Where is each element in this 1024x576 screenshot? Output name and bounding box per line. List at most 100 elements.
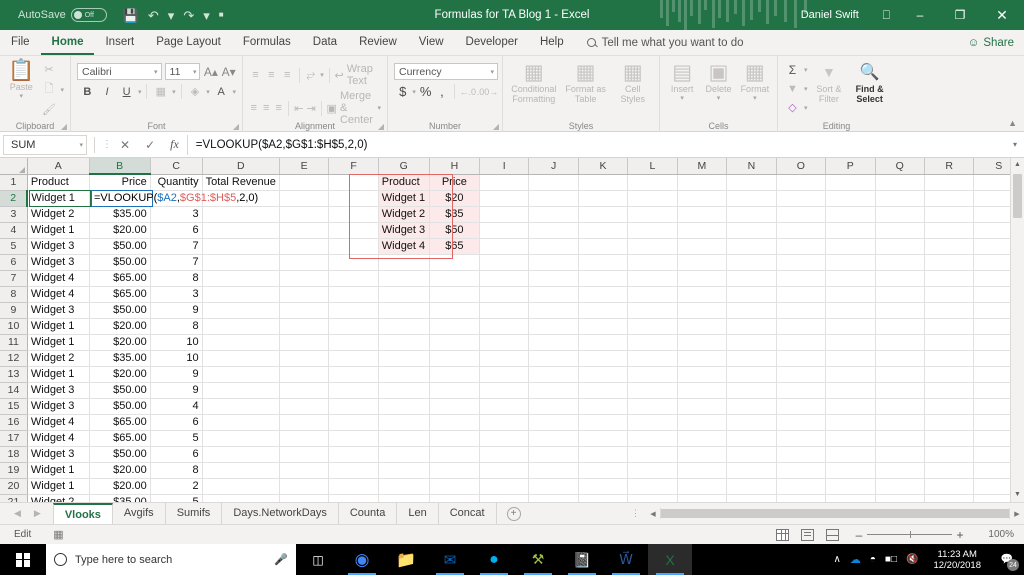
cell-G13[interactable] <box>378 366 430 383</box>
enter-check-icon[interactable]: ✓ <box>145 138 155 152</box>
cell-O6[interactable] <box>776 254 827 271</box>
cell-D15[interactable] <box>202 398 280 415</box>
cell-O3[interactable] <box>776 206 827 223</box>
vertical-scroll-thumb[interactable] <box>1013 174 1022 218</box>
cell-N6[interactable] <box>726 254 777 271</box>
cell-L14[interactable] <box>627 382 678 399</box>
cell-L13[interactable] <box>627 366 678 383</box>
cell-I19[interactable] <box>479 462 530 479</box>
cell-H21[interactable] <box>429 494 481 502</box>
cell-N11[interactable] <box>726 334 777 351</box>
cell-P5[interactable] <box>825 238 876 255</box>
tab-insert[interactable]: Insert <box>94 30 145 55</box>
cell-P6[interactable] <box>825 254 876 271</box>
row-header-14[interactable]: 14 <box>0 382 28 399</box>
cell-A13[interactable]: Widget 1 <box>27 366 90 383</box>
cell-E18[interactable] <box>279 446 330 463</box>
cell-G17[interactable] <box>378 430 430 447</box>
cell-Q19[interactable] <box>875 462 925 479</box>
cell-K18[interactable] <box>578 446 629 463</box>
cell-O2[interactable] <box>776 190 827 207</box>
cell-C3[interactable]: 3 <box>150 206 203 223</box>
cell-B12[interactable]: $35.00 <box>89 350 151 367</box>
cell-C9[interactable]: 9 <box>150 302 203 319</box>
row-header-20[interactable]: 20 <box>0 478 28 495</box>
cell-R3[interactable] <box>924 206 975 223</box>
row-header-7[interactable]: 7 <box>0 270 28 287</box>
minimize-button[interactable]: – <box>900 0 940 30</box>
cell-R1[interactable] <box>924 174 975 191</box>
microphone-icon[interactable]: 🎤 <box>274 553 288 566</box>
cell-L20[interactable] <box>627 478 678 495</box>
decrease-font-size-icon[interactable]: A▾ <box>221 63 236 80</box>
cell-Q21[interactable] <box>875 494 925 502</box>
cell-N2[interactable] <box>726 190 777 207</box>
cell-R10[interactable] <box>924 318 975 335</box>
row-header-5[interactable]: 5 <box>0 238 28 255</box>
windows-start-icon[interactable] <box>0 544 46 575</box>
clear-icon[interactable]: ◇ <box>784 99 801 116</box>
cell-D7[interactable] <box>202 270 280 287</box>
cell-B4[interactable]: $20.00 <box>89 222 151 239</box>
cell-F9[interactable] <box>328 302 379 319</box>
tab-view[interactable]: View <box>408 30 455 55</box>
cell-O4[interactable] <box>776 222 827 239</box>
cell-L5[interactable] <box>627 238 678 255</box>
task-view-icon[interactable]: ◫ <box>296 544 340 575</box>
customize-quick-access-icon[interactable]: ■ <box>219 11 224 19</box>
cell-R9[interactable] <box>924 302 975 319</box>
cell-I4[interactable] <box>479 222 530 239</box>
accounting-dropdown-icon[interactable]: ▾ <box>412 88 416 96</box>
cell-E13[interactable] <box>279 366 330 383</box>
font-dialog-launcher[interactable]: ◢ <box>233 122 239 131</box>
cell-I1[interactable] <box>479 174 530 191</box>
collapse-ribbon-icon[interactable]: ▲ <box>1008 118 1017 128</box>
cell-K14[interactable] <box>578 382 629 399</box>
fill-icon[interactable]: ▼ <box>784 80 801 97</box>
cell-J5[interactable] <box>528 238 579 255</box>
cell-H4[interactable]: $50 <box>429 222 481 239</box>
cell-I9[interactable] <box>479 302 530 319</box>
vertical-scrollbar[interactable]: ▲ ▼ <box>1010 158 1024 502</box>
row-header-18[interactable]: 18 <box>0 446 28 463</box>
cell-Q5[interactable] <box>875 238 925 255</box>
comma-format-icon[interactable]: , <box>435 83 448 100</box>
cell-D6[interactable] <box>202 254 280 271</box>
share-button[interactable]: ☺ Share <box>968 30 1014 55</box>
zoom-slider[interactable]: – + <box>851 528 968 542</box>
volume-muted-icon[interactable]: 🔇 <box>906 554 918 565</box>
cell-Q15[interactable] <box>875 398 925 415</box>
cell-K6[interactable] <box>578 254 629 271</box>
wifi-icon[interactable]: ◓ <box>870 554 876 565</box>
battery-icon[interactable]: ■□ <box>885 554 897 565</box>
cell-I3[interactable] <box>479 206 530 223</box>
cell-A5[interactable]: Widget 3 <box>27 238 90 255</box>
cell-D8[interactable] <box>202 286 280 303</box>
cell-B11[interactable]: $20.00 <box>89 334 151 351</box>
horizontal-scroll-thumb[interactable] <box>661 509 1009 518</box>
cell-B18[interactable]: $50.00 <box>89 446 151 463</box>
cell-P7[interactable] <box>825 270 876 287</box>
cell-G9[interactable] <box>378 302 430 319</box>
insert-dropdown-icon[interactable]: ▾ <box>680 94 684 102</box>
cell-C14[interactable]: 9 <box>150 382 203 399</box>
cell-E9[interactable] <box>279 302 330 319</box>
cell-L21[interactable] <box>627 494 678 502</box>
cell-A19[interactable]: Widget 1 <box>27 462 90 479</box>
cell-L8[interactable] <box>627 286 678 303</box>
cell-F3[interactable] <box>328 206 379 223</box>
cell-E17[interactable] <box>279 430 330 447</box>
cell-Q2[interactable] <box>875 190 925 207</box>
accounting-format-icon[interactable]: $ <box>396 83 409 100</box>
cell-N17[interactable] <box>726 430 777 447</box>
cell-F20[interactable] <box>328 478 379 495</box>
cell-J4[interactable] <box>528 222 579 239</box>
cell-E8[interactable] <box>279 286 330 303</box>
cell-C17[interactable]: 5 <box>150 430 203 447</box>
cell-J8[interactable] <box>528 286 579 303</box>
cell-F14[interactable] <box>328 382 379 399</box>
zoom-thumb[interactable] <box>909 531 911 538</box>
cell-A3[interactable]: Widget 2 <box>27 206 90 223</box>
cell-H20[interactable] <box>429 478 481 495</box>
cell-O11[interactable] <box>776 334 827 351</box>
